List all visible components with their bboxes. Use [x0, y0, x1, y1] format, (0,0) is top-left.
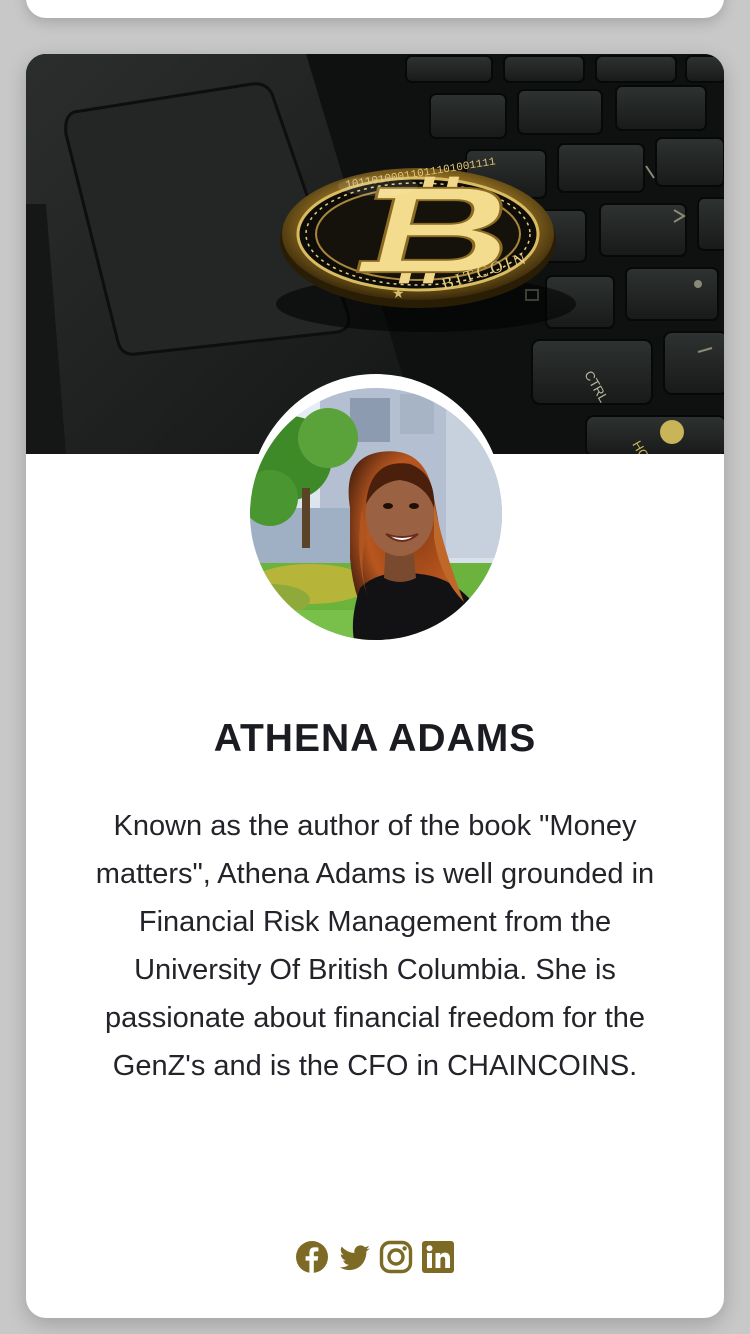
facebook-icon [296, 1241, 328, 1273]
instagram-icon [379, 1240, 413, 1274]
avatar [250, 388, 502, 640]
svg-text:★: ★ [392, 285, 405, 301]
instagram-link[interactable] [379, 1240, 413, 1274]
profile-bio: Known as the author of the book "Money m… [95, 810, 655, 1082]
facebook-link[interactable] [295, 1240, 329, 1274]
profile-name: ATHENA ADAMS [213, 717, 537, 760]
twitter-link[interactable] [337, 1240, 371, 1274]
previous-card [26, 0, 724, 18]
social-links [26, 1240, 724, 1274]
profile-card: CTRL HOME 10110100011011101001111 [26, 54, 724, 1318]
linkedin-link[interactable] [421, 1240, 455, 1274]
linkedin-icon [422, 1241, 454, 1273]
twitter-icon [339, 1245, 370, 1271]
